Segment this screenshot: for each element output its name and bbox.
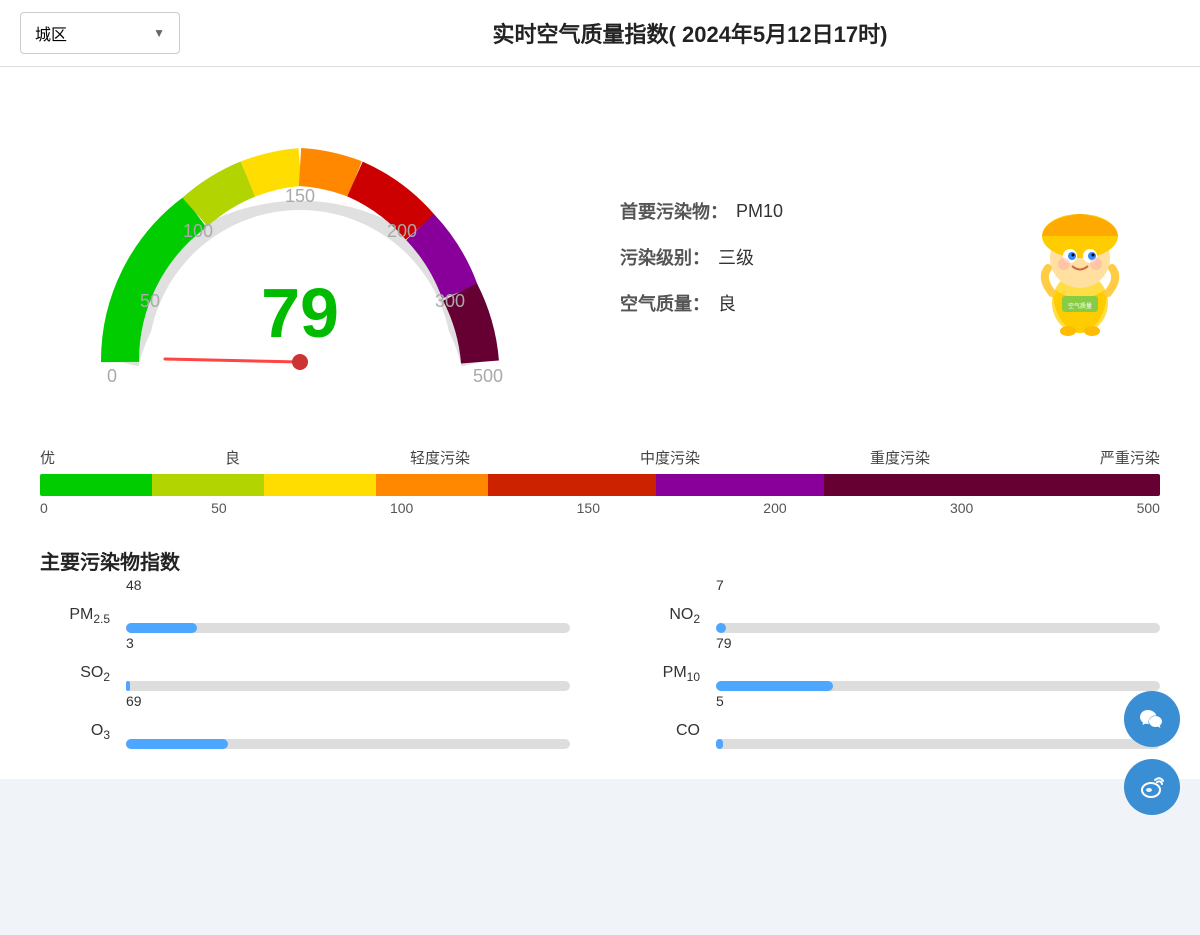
pollutant-bar-bg-o3: [126, 739, 570, 749]
pollutant-bar-wrap-o3: 69: [126, 715, 570, 749]
gauge-svg: 0 50 100 150 200 300 500: [50, 107, 550, 407]
pollution-level-label: 污染级别：: [620, 244, 710, 270]
pollutant-item-pm25: PM2.5 48: [40, 599, 570, 633]
pollutant-bar-fill-o3: [126, 739, 228, 749]
pollutant-item-so2: SO2 3: [40, 657, 570, 691]
wechat-button[interactable]: [1124, 691, 1180, 747]
pollutant-bar-wrap-so2: 3: [126, 657, 570, 691]
pollutant-bar-wrap-co: 5: [716, 715, 1160, 749]
gauge-container: 0 50 100 150 200 300 500: [40, 97, 560, 417]
scale-numbers: 0 50 100 150 200 300 500: [40, 500, 1160, 516]
scale-section: 优 良 轻度污染 中度污染 重度污染 严重污染 0 50 100 150 200…: [40, 447, 1160, 516]
scale-label-you: 优: [40, 447, 55, 468]
scale-num-300: 300: [950, 500, 973, 516]
air-quality-label: 空气质量：: [620, 290, 710, 316]
scale-labels: 优 良 轻度污染 中度污染 重度污染 严重污染: [40, 447, 1160, 468]
pollutant-bar-bg-co: [716, 739, 1160, 749]
pollutant-title: 主要污染物指数: [40, 546, 1160, 575]
main-content: 0 50 100 150 200 300 500: [0, 67, 1200, 779]
info-panel: 首要污染物： PM10 污染级别： 三级 空气质量： 良: [560, 198, 1160, 316]
scale-label-heavy: 重度污染: [870, 447, 930, 468]
pollutant-name-pm10: PM10: [630, 664, 700, 684]
page-title: 实时空气质量指数( 2024年5月12日17时): [200, 17, 1180, 49]
scale-bar: [40, 474, 1160, 496]
pollutant-name-no2: NO2: [630, 606, 700, 626]
dropdown-arrow: ▼: [153, 26, 165, 40]
pollutant-bar-wrap-pm10: 79: [716, 657, 1160, 691]
scale-num-0: 0: [40, 500, 48, 516]
pollutant-value-so2: 3: [126, 635, 134, 651]
float-buttons: [1124, 691, 1180, 815]
svg-text:150: 150: [285, 186, 315, 206]
pollutant-item-o3: O3 69: [40, 715, 570, 749]
pollutant-value-co: 5: [716, 693, 724, 709]
scale-num-200: 200: [763, 500, 786, 516]
pollutant-bar-bg-pm25: [126, 623, 570, 633]
pollutant-name-o3: O3: [40, 722, 110, 742]
pollutant-bar-fill-co: [716, 739, 723, 749]
pollutant-bar-bg-pm10: [716, 681, 1160, 691]
svg-text:50: 50: [140, 291, 160, 311]
pollutant-bar-fill-pm10: [716, 681, 833, 691]
scale-num-150: 150: [577, 500, 600, 516]
weibo-button[interactable]: [1124, 759, 1180, 815]
mascot: 空气质量: [1020, 188, 1140, 328]
svg-text:500: 500: [473, 366, 503, 386]
scale-label-severe: 严重污染: [1100, 447, 1160, 468]
scale-label-liang: 良: [225, 447, 240, 468]
pollutant-bar-bg-no2: [716, 623, 1160, 633]
svg-text:79: 79: [261, 274, 339, 352]
svg-text:300: 300: [435, 291, 465, 311]
pollutant-bar-fill-pm25: [126, 623, 197, 633]
scale-num-50: 50: [211, 500, 227, 516]
pollutant-bar-fill-so2: [126, 681, 130, 691]
scale-label-light: 轻度污染: [410, 447, 470, 468]
pollutant-name-so2: SO2: [40, 664, 110, 684]
svg-text:200: 200: [387, 221, 417, 241]
pollution-level-value: 三级: [718, 244, 754, 270]
pollutant-section: 主要污染物指数 PM2.5 48 NO2 7 SO2 3: [40, 546, 1160, 749]
top-section: 0 50 100 150 200 300 500: [40, 97, 1160, 417]
pollutant-name-pm25: PM2.5: [40, 606, 110, 626]
pollutant-bar-bg-so2: [126, 681, 570, 691]
pollutant-value-o3: 69: [126, 693, 142, 709]
scale-num-500: 500: [1137, 500, 1160, 516]
primary-pollutant-label: 首要污染物：: [620, 198, 728, 224]
pollutant-bar-wrap-pm25: 48: [126, 599, 570, 633]
pollutant-value-no2: 7: [716, 577, 724, 593]
svg-text:空气质量: 空气质量: [1068, 302, 1092, 310]
pollutant-bar-wrap-no2: 7: [716, 599, 1160, 633]
pollutant-name-co: CO: [630, 722, 700, 742]
pollutant-item-co: CO 5: [630, 715, 1160, 749]
svg-text:100: 100: [183, 221, 213, 241]
pollutant-value-pm10: 79: [716, 635, 732, 651]
scale-num-100: 100: [390, 500, 413, 516]
primary-pollutant-value: PM10: [736, 201, 783, 222]
svg-text:0: 0: [107, 366, 117, 386]
header: 城区 ▼ 实时空气质量指数( 2024年5月12日17时): [0, 0, 1200, 67]
pollutant-item-pm10: PM10 79: [630, 657, 1160, 691]
scale-label-medium: 中度污染: [640, 447, 700, 468]
pollutant-value-pm25: 48: [126, 577, 142, 593]
district-selector[interactable]: 城区 ▼: [20, 12, 180, 54]
pollutant-bar-fill-no2: [716, 623, 726, 633]
air-quality-value: 良: [718, 290, 736, 316]
pollutant-grid: PM2.5 48 NO2 7 SO2 3 PM10: [40, 599, 1160, 749]
district-label: 城区: [35, 21, 67, 45]
pollutant-item-no2: NO2 7: [630, 599, 1160, 633]
